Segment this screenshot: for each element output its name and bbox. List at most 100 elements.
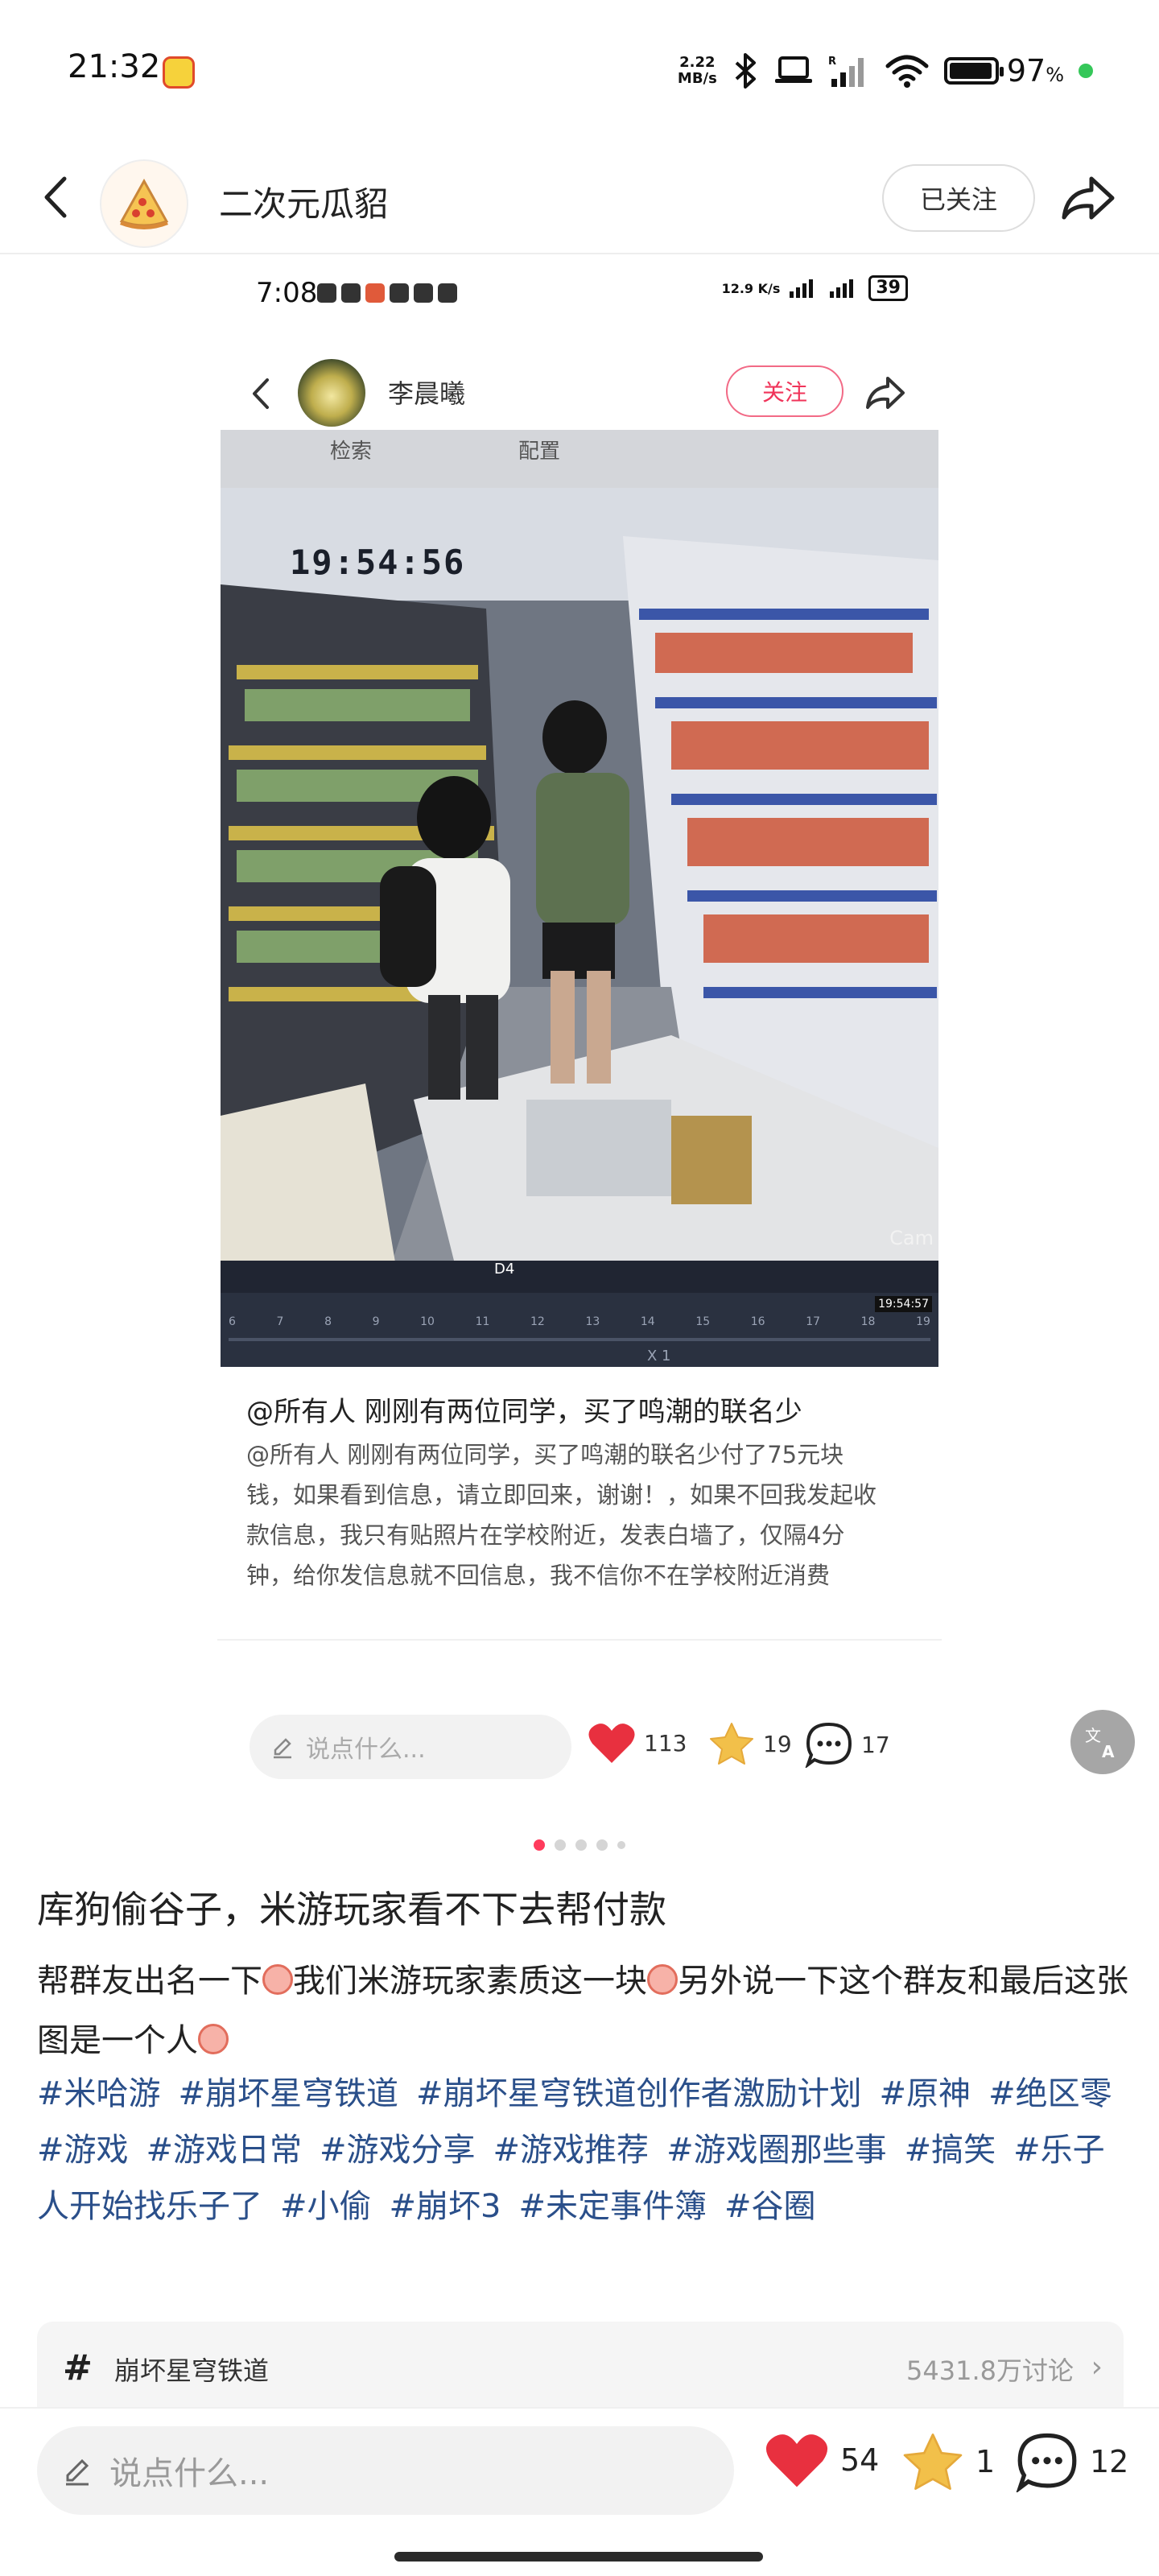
comment-icon [805,1722,852,1768]
embedded-follow-button: 关注 [726,365,843,417]
timeline-tick: 15 [695,1315,711,1328]
battery-percent: 97% [1007,53,1064,89]
share-icon [866,377,905,409]
net-speed: 2.22 MB/s [678,55,717,87]
star-icon [903,2434,963,2490]
topic-chip[interactable]: # 崩坏星穹铁道 5431.8万讨论 › [37,2322,1124,2410]
svg-text:R: R [828,56,836,68]
embedded-comments-value: 17 [861,1731,890,1758]
hashtag-link[interactable]: #游戏圈那些事 [666,2132,887,2169]
wifi-icon [885,55,929,88]
hashtag-link[interactable]: #未定事件簿 [518,2188,707,2225]
cctv-search-label: 检索 [330,440,373,464]
image-pager [0,1839,1159,1851]
translate-icon: 文 A [1085,1726,1115,1761]
notif-icon [341,283,361,303]
embedded-status-bar: 7:08 12.9 K/s 39 [217,254,942,335]
pager-dot [534,1839,545,1851]
post-image[interactable]: 7:08 12.9 K/s 39 李晨曦 关注 检索 配置 19:54:56 D… [217,254,942,1816]
status-bar: 21:32 2.22 MB/s R 97% [0,0,1159,142]
hashtag-link[interactable]: #绝区零 [988,2075,1112,2112]
status-icons: 2.22 MB/s R 97% [678,47,1093,95]
notif-icon [438,283,457,303]
status-time: 21:32 [68,48,161,85]
timeline-tick: 19 [916,1315,930,1328]
svg-text:A: A [1102,1742,1115,1761]
hashtag-icon: # [63,2347,93,2388]
battery-icon [943,57,1004,85]
privacy-dot [1079,64,1093,78]
notif-icon [365,283,385,303]
notif-icon [390,283,409,303]
post-tags: #米哈游 #崩坏星穹铁道 #崩坏星穹铁道创作者激励计划 #原神 #绝区零 #游戏 #游戏日常… [37,2066,1132,2235]
share-icon[interactable] [1054,164,1122,232]
star-icon [710,1723,753,1765]
hashtag-link[interactable]: #游戏分享 [320,2132,476,2169]
post-body-text: 帮群友出名一下 [37,1963,262,2000]
cctv-timeline-bar [229,1338,930,1341]
embedded-comment-input: 说点什么... [250,1715,571,1779]
pager-dot [555,1839,566,1851]
embedded-divider [217,1639,942,1641]
cctv-timestamp: 19:54:56 [290,543,466,582]
account-name[interactable]: 二次元瓜貂 [219,177,388,226]
laptop-icon [774,56,812,83]
crying-emoji-icon [198,2024,229,2054]
embedded-caption-body: @所有人 刚刚有两位同学，买了鸣潮的联名少付了75元块钱，如果看到信息，请立即回… [246,1441,877,1589]
crying-emoji-icon [647,1964,678,1995]
timeline-tick: 16 [750,1315,765,1328]
hashtag-link[interactable]: #崩坏星穹铁道 [179,2075,399,2112]
embedded-like-count: 113 [588,1721,687,1765]
pencil-icon [66,2458,89,2486]
embedded-time: 7:08 [256,277,318,309]
notif-icon [317,283,336,303]
favorite-button[interactable]: 1 [901,2431,995,2492]
hashtag-link[interactable]: #游戏日常 [146,2132,303,2169]
battery-unit: % [1046,64,1064,86]
favorite-count: 1 [975,2444,996,2479]
net-speed-unit: MB/s [677,70,717,87]
comment-input[interactable]: 说点什么... [37,2426,734,2515]
back-icon[interactable] [29,169,85,225]
timeline-tick: 13 [585,1315,600,1328]
hashtag-link[interactable]: #米哈游 [37,2075,161,2112]
hashtag-link[interactable]: #原神 [880,2075,971,2112]
crying-emoji-icon [262,1964,293,1995]
hashtag-link[interactable]: #搞笑 [905,2132,996,2169]
top-nav: 二次元瓜貂 已关注 [0,142,1159,254]
comment-button[interactable]: 12 [1016,2431,1128,2492]
hashtag-link[interactable]: #游戏 [37,2132,129,2169]
pager-dot [596,1839,608,1851]
like-button[interactable]: 54 [765,2431,879,2489]
battery: 97% [943,53,1064,89]
timeline-tick: 8 [324,1315,332,1328]
timeline-tick: 6 [229,1315,236,1328]
embedded-author-avatar [298,359,365,427]
embedded-battery: 39 [868,275,908,301]
comment-count: 12 [1090,2444,1129,2479]
timeline-tick: 17 [806,1315,821,1328]
bluetooth-icon [735,53,756,89]
notif-icon [414,283,433,303]
hashtag-link[interactable]: #小偷 [280,2188,372,2225]
translate-button[interactable]: 文 A [1070,1710,1135,1774]
timeline-tick: 10 [420,1315,435,1328]
hashtag-link[interactable]: #崩坏星穹铁道创作者激励计划 [416,2075,862,2112]
back-icon [253,378,269,409]
embedded-favorites-value: 19 [763,1730,792,1757]
hashtag-link[interactable]: #崩坏3 [390,2188,501,2225]
post-body-text: 我们米游玩家素质这一块 [293,1963,647,2000]
timeline-tick: 7 [276,1315,284,1328]
cctv-channel: D4 [494,1261,515,1278]
hashtag-link[interactable]: #谷圈 [724,2188,816,2225]
cctv-cam-label: Cam [889,1227,934,1249]
pager-dot [617,1841,625,1849]
hashtag-link[interactable]: #游戏推荐 [493,2132,650,2169]
cctv-scene [221,488,938,1293]
following-button[interactable]: 已关注 [882,164,1035,232]
account-avatar[interactable] [100,159,188,248]
home-indicator[interactable] [394,2552,763,2562]
topic-discussion-count: 5431.8万讨论 [906,2355,1074,2386]
cctv-timeline: 6 7 8 9 10 11 12 13 14 15 16 17 18 19 [229,1315,930,1335]
embedded-status-right: 12.9 K/s 39 [722,275,908,301]
